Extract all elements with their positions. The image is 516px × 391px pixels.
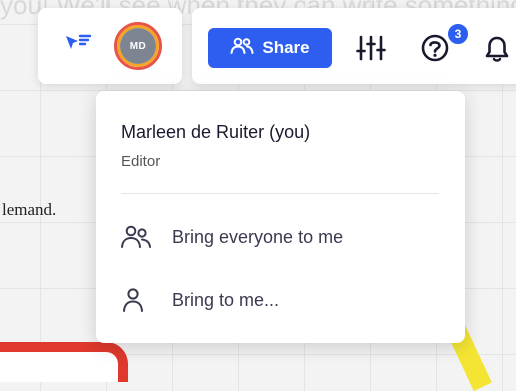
avatar[interactable]: MD: [114, 22, 162, 70]
people-icon: [230, 37, 254, 60]
people-icon: [120, 224, 154, 250]
share-button[interactable]: Share: [208, 28, 332, 68]
bring-everyone-button[interactable]: Bring everyone to me: [108, 212, 453, 262]
main-toolbar: Share 3: [192, 8, 516, 84]
user-name: Marleen de Ruiter (you): [121, 122, 311, 142]
help-badge: 3: [446, 22, 470, 46]
user-menu: Marleen de Ruiter (you) Editor Bring eve…: [96, 91, 465, 343]
share-label: Share: [262, 38, 310, 57]
cursor-follow-icon[interactable]: [63, 30, 93, 63]
person-icon: [120, 287, 154, 313]
board-red-shape: [0, 342, 128, 382]
user-role: Editor: [121, 153, 161, 170]
menu-divider: [121, 193, 439, 194]
sliders-icon[interactable]: [356, 35, 386, 66]
bring-to-me-label: Bring to me...: [172, 289, 280, 310]
help-icon[interactable]: [420, 33, 450, 68]
bring-to-me-button[interactable]: Bring to me...: [108, 275, 453, 325]
collaborator-toolbar: MD: [38, 8, 182, 84]
bell-icon[interactable]: [484, 35, 510, 68]
board-text-fragment: lemand.: [2, 200, 57, 219]
avatar-initials: MD: [120, 28, 156, 64]
bring-everyone-label: Bring everyone to me: [172, 226, 344, 247]
